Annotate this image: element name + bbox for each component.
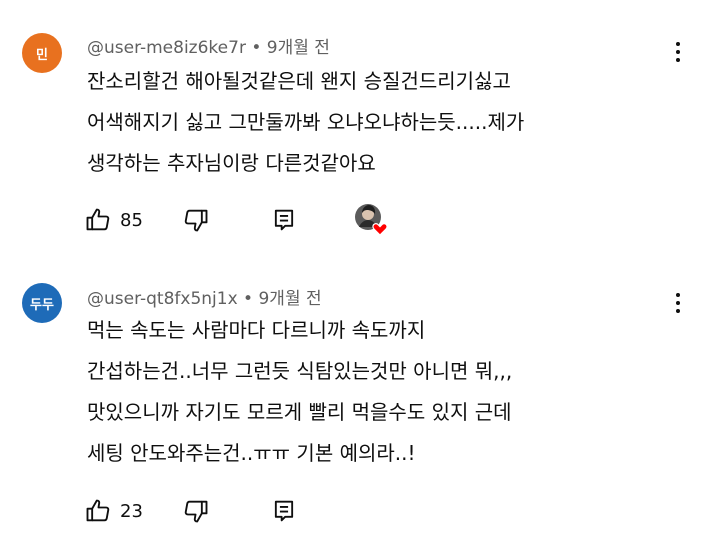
comment-text: 잔소리할건 해아될것같은데 왠지 승질건드리기싫고 어색해지기 싫고 그만둘까봐… (87, 61, 672, 184)
comment-actions: 85 (84, 203, 684, 236)
thumb-down-icon (184, 209, 208, 232)
avatar-initials: 민 (36, 47, 48, 63)
creator-heart[interactable] (354, 203, 388, 236)
comment-meta: @user-qt8fx5nj1x • 9개월 전 (87, 284, 322, 309)
avatar[interactable]: 두두 (22, 283, 62, 323)
thumb-up-icon (86, 208, 110, 231)
dislike-button[interactable] (182, 205, 210, 235)
meta-separator: • (245, 38, 267, 58)
comment-author[interactable]: @user-qt8fx5nj1x (87, 289, 238, 309)
meta-separator: • (237, 289, 259, 309)
comment-line: 간섭하는건..너무 그런듯 식탐있는것만 아니면 뭐,,, (87, 359, 513, 383)
comment-line: 어색해지기 싫고 그만둘까봐 오냐오냐하는듯.....제가 (87, 110, 525, 134)
comment-line: 잔소리할건 해아될것같은데 왠지 승질건드리기싫고 (87, 69, 511, 93)
reply-button[interactable] (270, 496, 298, 526)
thumb-down-icon (184, 500, 208, 523)
avatar[interactable]: 민 (22, 33, 62, 73)
reply-icon (274, 209, 294, 231)
comment-actions: 23 (84, 496, 684, 526)
comment-time[interactable]: 9개월 전 (267, 38, 330, 58)
avatar-initials: 두두 (30, 297, 54, 313)
comment-author[interactable]: @user-me8iz6ke7r (87, 38, 246, 58)
like-button[interactable]: 23 (84, 496, 143, 526)
reply-icon (274, 500, 294, 522)
thumb-up-icon (86, 499, 110, 522)
comment-line: 생각하는 추자님이랑 다른것같아요 (87, 151, 376, 175)
dislike-button[interactable] (182, 496, 210, 526)
reply-button[interactable] (270, 205, 298, 235)
like-count: 23 (120, 500, 143, 522)
comment-line: 맛있으니까 자기도 모르게 빨리 먹을수도 있지 근데 (87, 400, 512, 424)
creator-heart-icon (355, 204, 388, 236)
comment-text: 먹는 속도는 사람마다 다르니까 속도까지 간섭하는건..너무 그런듯 식탐있는… (87, 310, 672, 474)
like-count: 85 (120, 209, 143, 231)
comment-time[interactable]: 9개월 전 (258, 289, 321, 309)
comment-line: 먹는 속도는 사람마다 다르니까 속도까지 (87, 318, 426, 342)
comment-line: 세팅 안도와주는건..ㅠㅠ 기본 예의라..! (87, 441, 416, 465)
like-button[interactable]: 85 (84, 205, 143, 235)
comment-meta: @user-me8iz6ke7r • 9개월 전 (87, 33, 330, 58)
